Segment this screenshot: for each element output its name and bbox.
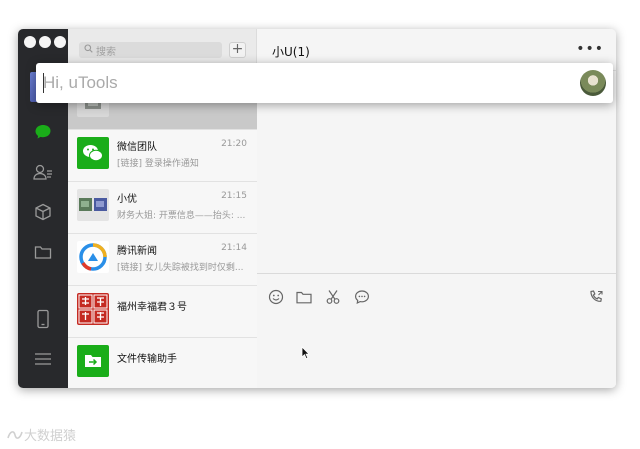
list-item[interactable]: 腾讯新闻 21:14 [链接] 女儿失踪被找到时仅剩...	[68, 233, 257, 285]
conversation-name: 小优	[117, 194, 137, 205]
phone-icon[interactable]	[33, 309, 53, 329]
mouse-cursor-icon	[301, 345, 311, 364]
utools-launcher	[36, 63, 613, 103]
emoji-icon[interactable]	[267, 288, 285, 306]
list-item[interactable]: 文件传输助手	[68, 337, 257, 388]
group-avatar	[77, 189, 109, 221]
conversation-name: 福州幸福君３号	[117, 302, 187, 313]
list-item[interactable]: 福州幸福君３号	[68, 285, 257, 337]
list-item[interactable]: 小优 21:15 财务大姐: 开票信息——抬头: ...	[68, 181, 257, 233]
screenshot-scissors-icon[interactable]	[324, 288, 342, 306]
conversation-name: 文件传输助手	[117, 354, 177, 365]
mini-programs-cube-icon[interactable]	[33, 202, 53, 222]
launcher-avatar[interactable]	[580, 70, 606, 96]
menu-icon[interactable]	[33, 349, 53, 369]
tencent-news-avatar	[77, 241, 109, 273]
contacts-icon[interactable]	[33, 162, 53, 182]
conversation-preview: 财务大姐: 开票信息——抬头: ...	[117, 211, 246, 221]
list-item[interactable]: 微信团队 21:20 [链接] 登录操作通知	[68, 129, 257, 181]
conversation-time: 21:20	[221, 139, 247, 149]
files-folder-icon[interactable]	[33, 242, 53, 262]
xingfu-logo	[77, 293, 109, 325]
watermark-text: 大数据猿	[24, 429, 77, 444]
window-zoom-button[interactable]	[54, 36, 66, 48]
search-input[interactable]: 搜索	[79, 42, 222, 58]
search-icon	[84, 44, 93, 56]
window-close-button[interactable]	[24, 36, 36, 48]
new-chat-button[interactable]: +	[229, 42, 246, 58]
conversation-time: 21:14	[221, 243, 247, 253]
watermark: 大数据猿	[6, 425, 76, 444]
send-file-folder-icon[interactable]	[295, 288, 313, 306]
conversation-preview: [链接] 登录操作通知	[117, 159, 199, 169]
wechat-team-avatar	[77, 137, 109, 169]
window-minimize-button[interactable]	[39, 36, 51, 48]
compose-area[interactable]	[257, 273, 616, 388]
conversation-time: 21:15	[221, 191, 247, 201]
chats-icon[interactable]	[33, 122, 53, 142]
text-caret	[43, 73, 44, 93]
conversation-name: 腾讯新闻	[117, 246, 157, 257]
conversation-preview: [链接] 女儿失踪被找到时仅剩...	[117, 263, 244, 273]
file-transfer-avatar	[77, 345, 109, 377]
conversation-name: 微信团队	[117, 142, 157, 153]
chat-history-icon[interactable]	[353, 288, 371, 306]
more-options-icon[interactable]: •••	[576, 41, 604, 57]
call-icon[interactable]	[587, 288, 605, 306]
launcher-search-input[interactable]	[36, 63, 566, 103]
chat-title: 小U(1)	[272, 45, 310, 59]
watermark-logo-icon	[7, 430, 23, 439]
search-placeholder: 搜索	[96, 46, 116, 58]
